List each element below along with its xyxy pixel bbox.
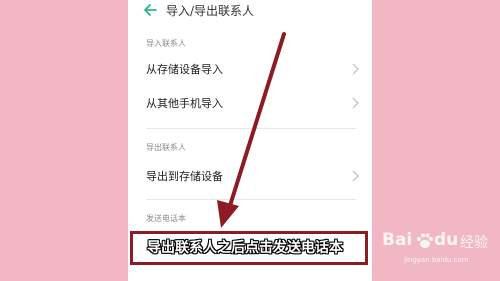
watermark-brand-suffix: du <box>434 230 459 250</box>
divider <box>146 128 356 129</box>
baidu-watermark: Bai du 经验 <box>382 230 494 254</box>
caption-text: 导出联系人之后点击发送电话本 <box>147 240 343 256</box>
row-import-from-other-phone[interactable]: 从其他手机导入 <box>128 91 372 115</box>
row-import-from-storage[interactable]: 从存储设备导入 <box>128 57 372 81</box>
divider <box>146 199 356 200</box>
watermark-url: jingyan.baidu.com <box>404 256 469 264</box>
section-label-export: 导出联系人 <box>146 143 186 152</box>
chevron-right-icon <box>352 97 359 109</box>
chevron-right-icon <box>352 63 359 75</box>
caption-box: 导出联系人之后点击发送电话本 <box>130 231 368 265</box>
page-title: 导入/导出联系人 <box>166 4 255 18</box>
paw-logo-icon <box>417 233 433 248</box>
chevron-right-icon <box>352 170 359 182</box>
section-label-send-contacts[interactable]: 发送电话本 <box>146 213 186 224</box>
watermark-brand: Bai <box>382 230 413 250</box>
row-export-to-storage[interactable]: 导出到存储设备 <box>128 164 372 188</box>
row-label: 从其他手机导入 <box>146 97 223 110</box>
row-label: 从存储设备导入 <box>146 63 223 76</box>
section-label-import: 导入联系人 <box>146 39 186 48</box>
header-bar: 导入/导出联系人 <box>128 0 372 24</box>
back-arrow-icon[interactable] <box>142 1 160 19</box>
row-label: 导出到存储设备 <box>146 170 223 183</box>
watermark-sub: 经验 <box>460 235 488 251</box>
